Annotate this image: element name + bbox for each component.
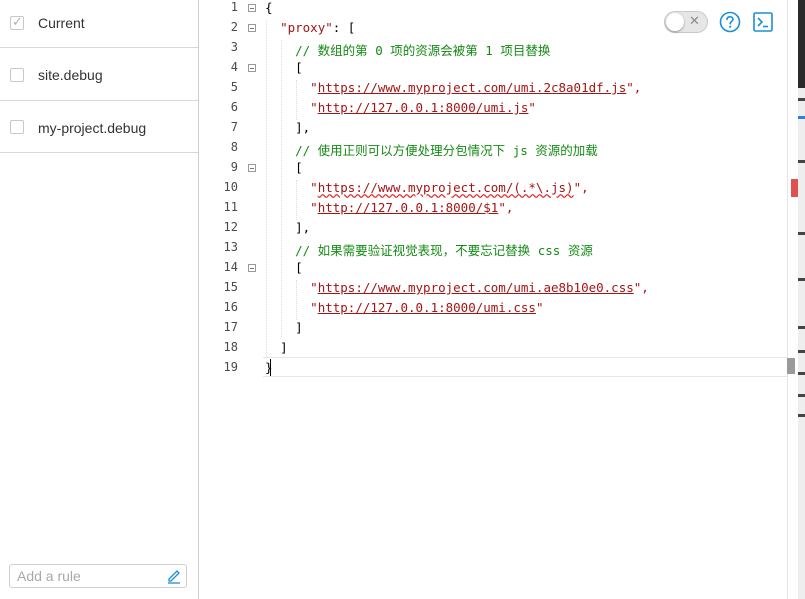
line-gutter: 1 2 3 4 5 6 7 8 9 10 11 12 13 14 15 16 17 18 19	[199, 0, 263, 599]
line-number: 15	[223, 280, 238, 294]
rule-item-site-debug[interactable]: site.debug	[0, 48, 198, 101]
line-number: 2	[230, 20, 238, 34]
code-line: ]	[295, 320, 303, 335]
code-line: "http://127.0.0.1:8000/$1",	[310, 200, 514, 215]
line-number: 7	[230, 120, 238, 134]
add-rule-input[interactable]	[10, 565, 167, 587]
line-number: 19	[223, 360, 238, 374]
panel-marker	[798, 326, 805, 329]
line-number: 3	[230, 40, 238, 54]
panel-marker	[798, 394, 805, 397]
error-marker	[791, 179, 798, 197]
close-icon: ✕	[689, 13, 700, 28]
line-number: 12	[223, 220, 238, 234]
line-number: 13	[223, 240, 238, 254]
line-number: 14	[223, 260, 238, 274]
line-number: 9	[230, 160, 238, 174]
code-line: }	[265, 360, 273, 375]
code-line: ]	[280, 340, 288, 355]
code-line: // 数组的第 0 项的资源会被第 1 项目替换	[295, 43, 551, 58]
line-number: 10	[223, 180, 238, 194]
line-number: 11	[223, 200, 238, 214]
toggle-knob	[666, 13, 684, 31]
fold-toggle-icon[interactable]	[248, 164, 256, 172]
check-icon: ✓	[12, 14, 23, 29]
rule-label: Current	[38, 15, 85, 31]
panel-marker	[798, 350, 805, 353]
line-number: 17	[223, 320, 238, 334]
code-line: "http://127.0.0.1:8000/umi.css"	[310, 300, 544, 315]
line-number: 5	[230, 80, 238, 94]
code-line: {	[265, 0, 273, 15]
panel-marker	[798, 278, 805, 281]
panel-marker	[798, 116, 805, 119]
line-number: 4	[230, 60, 238, 74]
panel-marker	[798, 372, 805, 375]
fold-toggle-icon[interactable]	[248, 64, 256, 72]
rule-checkbox[interactable]	[10, 68, 24, 82]
line-number: 18	[223, 340, 238, 354]
panel-marker	[798, 160, 805, 163]
code-line: [	[295, 160, 303, 175]
code-line: "http://127.0.0.1:8000/umi.js"	[310, 100, 536, 115]
panel-marker	[798, 98, 805, 101]
code-line: "https://www.myproject.com/umi.2c8a01df.…	[310, 80, 642, 95]
enable-toggle[interactable]: ✕	[664, 11, 708, 33]
code-line: ],	[295, 220, 311, 235]
code-line: "https://www.myproject.com/(.*\.js)",	[310, 180, 589, 195]
line-number: 1	[230, 0, 238, 14]
code-line: [	[295, 60, 303, 75]
right-panel-edge	[798, 0, 805, 599]
code-line: "https://www.myproject.com/umi.ae8b10e0.…	[310, 280, 649, 295]
rule-item-my-project-debug[interactable]: my-project.debug	[0, 101, 198, 153]
fold-toggle-icon[interactable]	[248, 4, 256, 12]
code-line: [	[295, 260, 303, 275]
code-line: ],	[295, 120, 311, 135]
line-number: 6	[230, 100, 238, 114]
code-line: "proxy": [	[280, 20, 356, 35]
code-line: // 使用正则可以方便处理分包情况下 js 资源的加载	[295, 143, 598, 158]
text-cursor	[270, 359, 271, 376]
edit-icon[interactable]	[166, 567, 182, 585]
fold-toggle-icon[interactable]	[248, 264, 256, 272]
code-line: // 如果需要验证视觉表现，不要忘记替换 css 资源	[295, 243, 593, 258]
rule-label: my-project.debug	[38, 120, 147, 136]
panel-marker	[798, 414, 805, 417]
rule-checkbox[interactable]: ✓	[10, 14, 24, 30]
fold-toggle-icon[interactable]	[248, 24, 256, 32]
code-editor[interactable]: 1 2 3 4 5 6 7 8 9 10 11 12 13 14 15 16 17 18 19 { "proxy":…	[199, 0, 787, 599]
scrollbar-thumb[interactable]	[787, 358, 795, 374]
line-number: 8	[230, 140, 238, 154]
rule-checkbox[interactable]	[10, 120, 24, 134]
help-circle-icon[interactable]	[719, 11, 741, 33]
rule-item-current[interactable]: ✓ Current	[0, 0, 198, 48]
code-area[interactable]: { "proxy": [ // 数组的第 0 项的资源会被第 1 项目替换 [ …	[265, 0, 787, 599]
panel-marker	[798, 232, 805, 235]
line-number: 16	[223, 300, 238, 314]
terminal-icon[interactable]	[753, 12, 773, 32]
rules-sidebar: ✓ Current site.debug my-project.debug	[0, 0, 199, 599]
rule-label: site.debug	[38, 67, 103, 83]
add-rule-field	[9, 564, 187, 588]
